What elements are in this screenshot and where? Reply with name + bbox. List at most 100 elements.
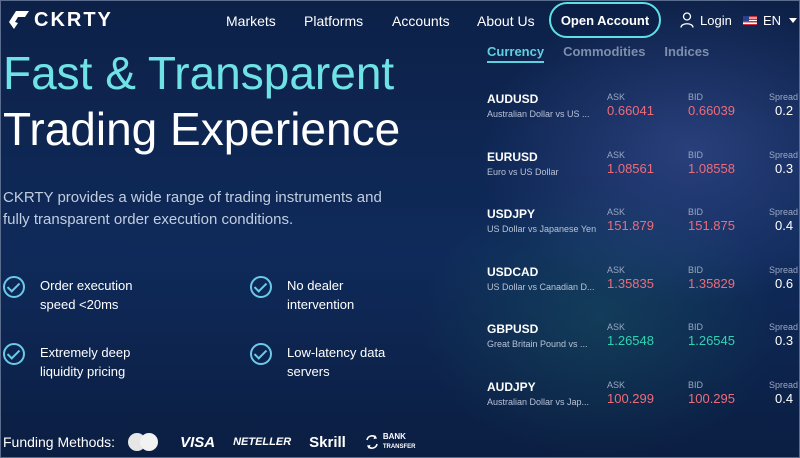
quote-row[interactable]: GBPUSD Great Britain Pound vs ... ASK 1.265… [487,322,800,370]
check-circle-icon [3,343,25,365]
ask-label: ASK [607,380,626,390]
nav-link-platforms[interactable]: Platforms [304,13,363,29]
ask-price: 0.66041 [607,103,654,118]
quote-name: Australian Dollar vs US ... [487,109,590,119]
spread-label: Spread [769,380,799,390]
bid-label: BID [688,150,704,160]
nav-link-accounts[interactable]: Accounts [392,13,450,29]
hero-description: CKRTY provides a wide range of trading i… [3,189,382,228]
tab-commodities[interactable]: Commodities [563,44,645,63]
tab-indices[interactable]: Indices [664,44,709,63]
quote-row[interactable]: EURUSD Euro vs US Dollar ASK 1.08561 BID 1.08… [487,150,800,198]
bid-label: BID [688,380,704,390]
quote-symbol: EURUSD [487,150,538,164]
visa-logo: VISA [180,433,216,451]
bank-transfer-logo: BANK TRANSFER [364,432,416,452]
bank-line2: TRANSFER [382,444,416,450]
quote-symbol: USDCAD [487,265,539,279]
login-link[interactable]: Login [680,12,732,28]
bank-line1: BANK [382,432,406,441]
hero-title-line2: Trading Experience [3,103,401,155]
bid-price: 1.35829 [688,276,735,291]
tab-currency[interactable]: Currency [487,44,545,63]
quote-row[interactable]: USDJPY US Dollar vs Japanese Yen ASK 151.87… [487,207,800,255]
quote-symbol: AUDJPY [487,380,536,394]
ask-label: ASK [607,207,626,217]
neteller-logo: NETELLER [233,436,292,448]
check-circle-icon [250,276,272,298]
feature-text: Order execution speed <20ms [40,278,133,312]
spread-label: Spread [769,322,799,332]
us-flag-icon [743,16,757,25]
feature-item: Low-latency data servers [250,343,397,381]
transfer-arrows-icon [366,435,378,449]
caret-down-icon [789,17,798,23]
spread-label: Spread [769,92,799,102]
nav-link-about-us[interactable]: About Us [477,13,535,29]
feature-item: No dealer intervention [250,276,397,314]
bank-transfer-text: BANK TRANSFER [383,432,416,452]
ask-label: ASK [607,92,626,102]
language-selector[interactable]: EN [743,13,798,28]
quote-name: Euro vs US Dollar [487,167,559,177]
bid-label: BID [688,207,704,217]
spread-value: 0.4 [775,391,794,406]
bid-price: 151.875 [688,218,735,233]
ask-price: 1.26548 [607,333,654,348]
ask-price: 100.299 [607,391,654,406]
ask-price: 1.35835 [607,276,654,291]
spread-value: 0.3 [775,333,794,348]
quote-name: US Dollar vs Japanese Yen [487,224,597,234]
bid-label: BID [688,265,704,275]
spread-value: 0.2 [775,103,794,118]
language-label: EN [763,13,782,28]
check-circle-icon [3,276,25,298]
quote-name: Great Britain Pound vs ... [487,339,588,349]
skrill-logo: Skrill [309,433,346,451]
bid-price: 0.66039 [688,103,735,118]
feature-item: Extremely deep liquidity pricing [3,343,150,381]
quote-name: Australian Dollar vs Jap... [487,397,590,407]
quote-symbol: AUDUSD [487,92,539,106]
spread-label: Spread [769,207,799,217]
logo-text: CKRTY [34,9,113,31]
logo-mark-icon [8,10,30,30]
open-account-button[interactable]: Open Account [549,2,661,38]
spread-value: 0.4 [775,218,794,233]
bid-price: 1.26545 [688,333,735,348]
feature-text: Extremely deep liquidity pricing [40,345,131,379]
logo[interactable]: CKRTY [8,9,113,31]
bid-label: BID [688,322,704,332]
funding-label: Funding Methods: [3,434,116,450]
hero-title-line1: Fast & Transparent [3,47,395,99]
mastercard-icon [128,433,159,451]
instrument-tabs: Currency Commodities Indices [487,44,728,63]
quote-symbol: USDJPY [487,207,536,221]
quote-row[interactable]: USDCAD US Dollar vs Canadian D... ASK 1.358… [487,265,800,313]
bid-label: BID [688,92,704,102]
ask-label: ASK [607,265,626,275]
nav-link-markets[interactable]: Markets [226,13,276,29]
funding-methods: Funding Methods: VISA NETELLER Skrill BA… [3,432,416,452]
login-label: Login [700,12,732,28]
quote-row[interactable]: AUDJPY Australian Dollar vs Jap... ASK 100.… [487,380,800,428]
check-circle-icon [250,343,272,365]
ask-price: 151.879 [607,218,654,233]
spread-value: 0.3 [775,161,794,176]
feature-text: No dealer intervention [287,278,355,312]
quote-name: US Dollar vs Canadian D... [487,282,595,292]
spread-value: 0.6 [775,276,794,291]
top-navigation: CKRTY Markets Platforms Accounts About U… [0,0,800,44]
quote-symbol: GBPUSD [487,322,539,336]
spread-label: Spread [769,150,799,160]
feature-text: Low-latency data servers [287,345,386,379]
bid-price: 1.08558 [688,161,735,176]
bid-price: 100.295 [688,391,735,406]
ask-label: ASK [607,150,626,160]
user-icon [680,12,694,28]
feature-item: Order execution speed <20ms [3,276,150,314]
quote-row[interactable]: AUDUSD Australian Dollar vs US ... ASK 0.66… [487,92,800,140]
ask-label: ASK [607,322,626,332]
spread-label: Spread [769,265,799,275]
ask-price: 1.08561 [607,161,654,176]
